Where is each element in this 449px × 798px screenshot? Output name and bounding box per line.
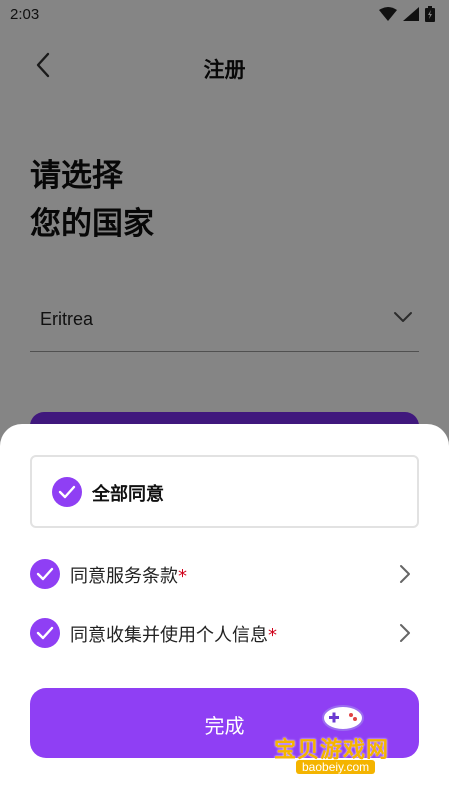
term-service-checkbox[interactable]: [30, 559, 60, 589]
watermark-logo: 宝贝游戏网 baobeiy.com: [270, 700, 420, 792]
gamepad-icon: [322, 705, 364, 731]
agree-all-checkbox[interactable]: [52, 477, 82, 507]
agree-all-option[interactable]: 全部同意: [30, 455, 419, 528]
required-mark: *: [268, 625, 277, 646]
check-icon: [36, 567, 54, 581]
term-privacy-text: 同意收集并使用个人信息: [70, 625, 268, 646]
term-row-service[interactable]: 同意服务条款*: [30, 554, 419, 594]
check-icon: [36, 626, 54, 640]
screen: 2:03 注册 请选择 您的国家 Eritrea 全部同意 同意服务条款* 同意…: [0, 0, 449, 798]
term-service-text: 同意服务条款: [70, 566, 178, 587]
agree-all-label: 全部同意: [92, 484, 164, 505]
check-icon: [58, 485, 76, 499]
term-service-label: 同意服务条款*: [70, 562, 187, 588]
term-privacy-label: 同意收集并使用个人信息*: [70, 621, 277, 647]
term-row-privacy[interactable]: 同意收集并使用个人信息*: [30, 613, 419, 653]
chevron-right-icon[interactable]: [399, 623, 411, 643]
term-privacy-checkbox[interactable]: [30, 618, 60, 648]
required-mark: *: [178, 566, 187, 587]
watermark-url: baobeiy.com: [296, 760, 376, 774]
chevron-right-icon[interactable]: [399, 564, 411, 584]
